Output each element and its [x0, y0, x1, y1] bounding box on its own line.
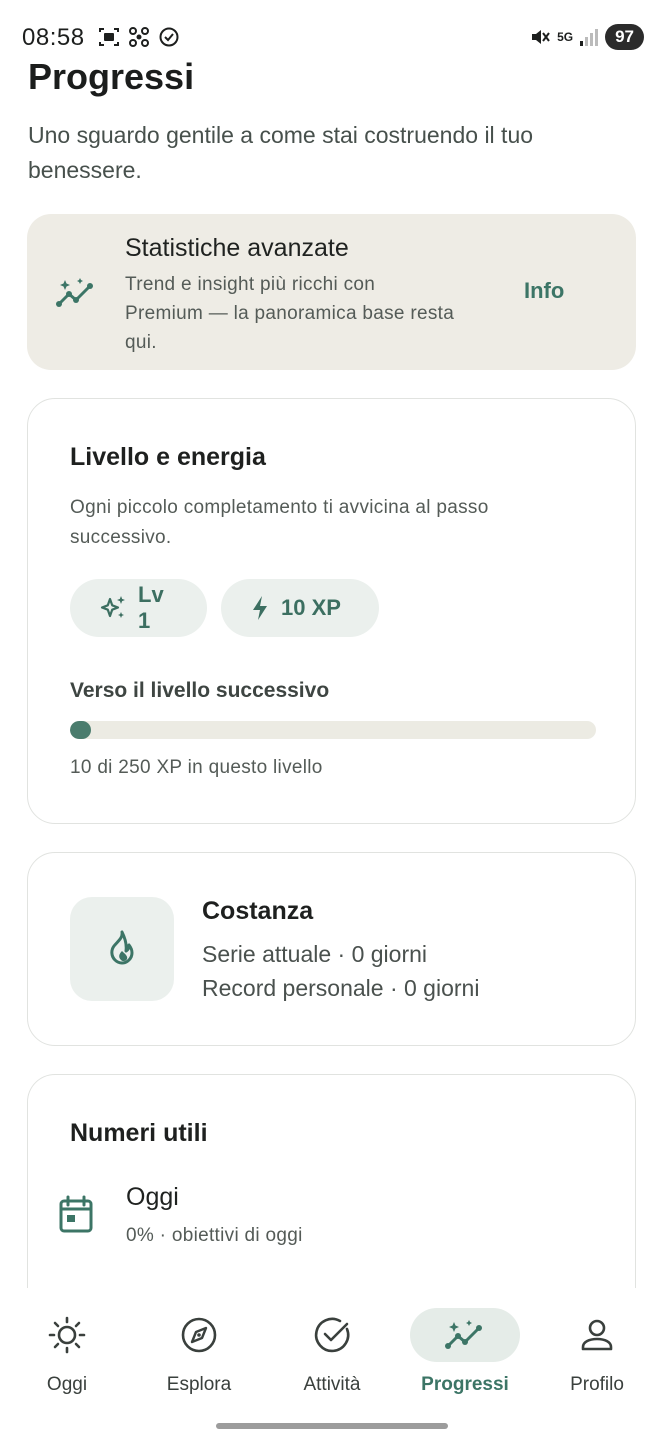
level-card-description: Ogni piccolo completamento ti avvicina a…: [70, 497, 489, 548]
network-label: 5G: [557, 29, 574, 44]
flame-icon: [104, 929, 140, 969]
signal-icon: [579, 27, 599, 47]
xp-chip: 10 XP: [221, 579, 379, 637]
home-indicator[interactable]: [216, 1423, 448, 1429]
calendar-icon: [58, 1195, 94, 1240]
person-icon: [577, 1315, 617, 1355]
nav-item-esplora[interactable]: Esplora: [134, 1308, 264, 1396]
level-progress-text: 10 di 250 XP in questo livello: [70, 757, 323, 778]
battery-indicator: 97: [605, 24, 644, 50]
page-subtitle: Uno sguardo gentile a come stai costruen…: [28, 122, 534, 183]
mute-icon: [529, 26, 551, 48]
screenshot-icon: [98, 26, 120, 48]
numbers-title: Numeri utili: [70, 1119, 208, 1147]
level-card: Livello e energia Ogni piccolo completam…: [27, 398, 636, 824]
nav-item-profilo[interactable]: Profilo: [532, 1308, 662, 1396]
streak-current: Serie attuale · 0 giorni: [202, 941, 428, 967]
bottom-navigation: Oggi Esplora Attività Progressi Profilo: [0, 1288, 664, 1440]
compass-icon: [179, 1315, 219, 1355]
bolt-icon: [249, 594, 271, 622]
check-circle-icon: [312, 1315, 352, 1355]
nav-item-attivita[interactable]: Attività: [267, 1308, 397, 1396]
next-level-label: Verso il livello successivo: [70, 679, 330, 702]
fan-icon: [128, 26, 150, 48]
numbers-today-description: 0% · obiettivi di oggi: [126, 1225, 303, 1246]
xp-chip-label: 10 XP: [281, 595, 341, 620]
level-chip: Lv 1: [70, 579, 207, 637]
streak-card: Costanza Serie attuale · 0 giorni Record…: [27, 852, 636, 1046]
nav-label-esplora: Esplora: [166, 1374, 232, 1395]
streak-icon-box: [70, 897, 174, 1001]
trend-sparkle-icon: [443, 1318, 487, 1352]
check-badge-icon: [158, 26, 180, 48]
level-progress-bar: [70, 721, 596, 739]
status-time: 08:58: [22, 24, 85, 51]
level-card-title: Livello e energia: [70, 443, 266, 471]
level-progress-fill: [70, 721, 92, 739]
nav-label-attivita: Attività: [303, 1374, 361, 1395]
sparkles-icon: [98, 593, 128, 623]
trend-sparkle-icon: [55, 276, 97, 315]
status-icons-right: 5G 97: [529, 24, 644, 50]
status-icons-left: [98, 26, 180, 48]
premium-stats-card[interactable]: Statistiche avanzate Trend e insight più…: [27, 214, 636, 370]
page-title: Progressi: [28, 56, 195, 97]
premium-description: Trend e insight più ricchi con Premium —…: [125, 274, 455, 353]
streak-record: Record personale · 0 giorni: [202, 975, 480, 1001]
nav-item-oggi[interactable]: Oggi: [2, 1308, 132, 1396]
sun-icon: [47, 1315, 87, 1355]
info-button[interactable]: Info: [524, 278, 564, 304]
nav-label-profilo: Profilo: [570, 1374, 624, 1395]
numbers-today-title: Oggi: [126, 1183, 179, 1211]
nav-label-oggi: Oggi: [46, 1374, 88, 1395]
nav-label-progressi: Progressi: [421, 1374, 509, 1395]
streak-title: Costanza: [202, 897, 314, 925]
premium-title: Statistiche avanzate: [125, 234, 349, 262]
nav-item-progressi[interactable]: Progressi: [400, 1308, 530, 1396]
level-chip-label: Lv 1: [138, 582, 164, 633]
